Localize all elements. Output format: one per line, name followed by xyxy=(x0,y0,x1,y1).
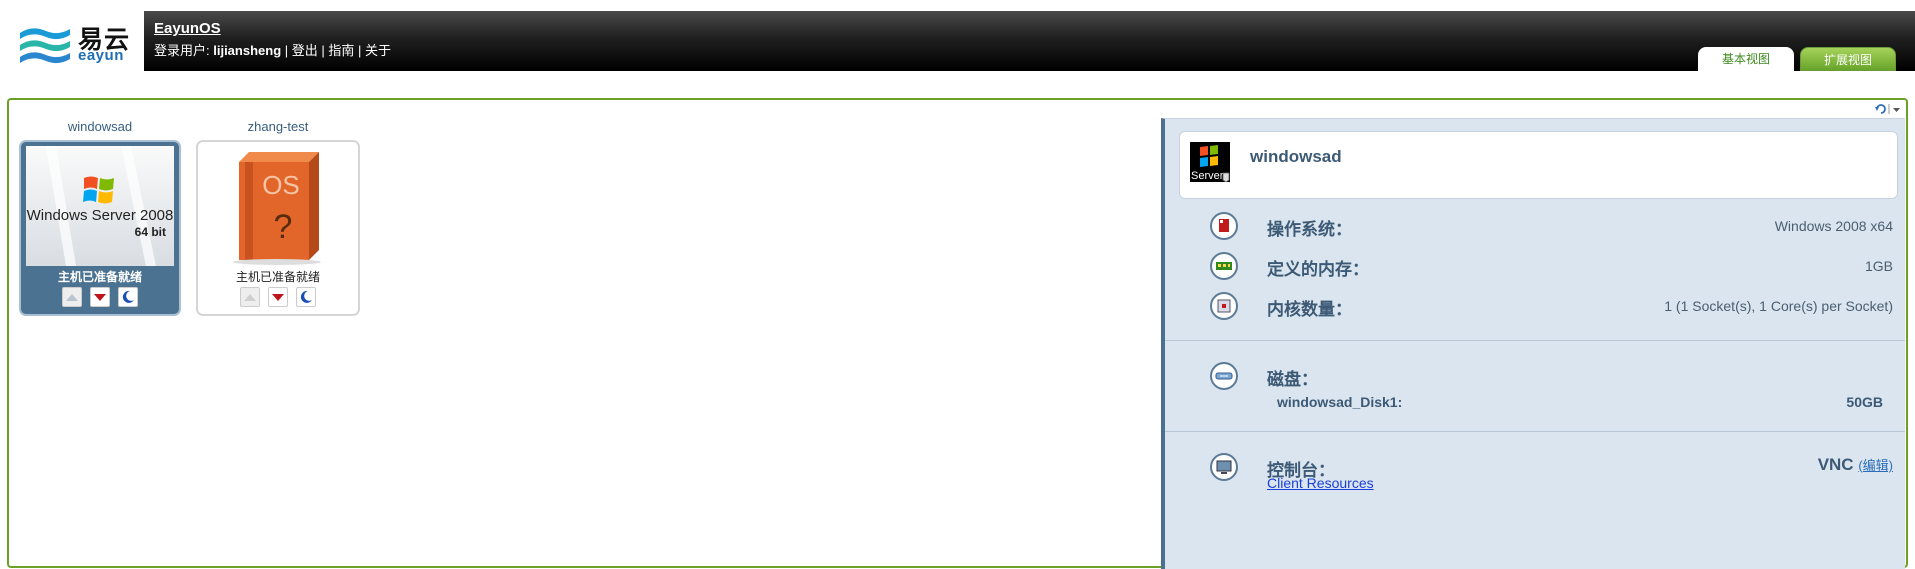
windows-logo-icon: Server xyxy=(1191,145,1230,183)
moon-icon xyxy=(123,290,135,303)
tab-extended-view[interactable]: 扩展视图 xyxy=(1800,47,1896,71)
detail-header: Server windowsad xyxy=(1179,131,1898,199)
start-button[interactable] xyxy=(61,287,82,307)
os-thumbnail: Server xyxy=(1190,142,1230,183)
separator: | xyxy=(354,43,365,58)
start-button[interactable] xyxy=(239,287,260,307)
console-type: VNC (编辑) xyxy=(1818,455,1893,475)
vm-name-label: windowsad xyxy=(67,119,133,134)
thumb-text: Server xyxy=(1191,170,1224,182)
user-prefix: 登录用户: xyxy=(154,43,214,58)
guide-link[interactable]: 指南 xyxy=(328,43,354,58)
disk-name: windowsad_Disk1: xyxy=(1277,394,1403,410)
windows-server-text: Windows Server 2008 xyxy=(27,207,174,224)
logout-link[interactable]: 登出 xyxy=(292,43,318,58)
logo: 易云 eayun xyxy=(0,11,144,71)
triangle-down-icon xyxy=(94,294,106,301)
vm-status: 主机已准备就绪 xyxy=(235,270,320,284)
os-label: 操作系统： xyxy=(1267,220,1352,239)
bits-text: 64 bit xyxy=(135,225,166,239)
eayun-logo-icon xyxy=(20,28,70,64)
disk-label: 磁盘： xyxy=(1267,370,1318,389)
moon-icon xyxy=(301,290,313,303)
triangle-up-icon xyxy=(65,294,78,301)
divider xyxy=(1165,340,1905,341)
separator: | xyxy=(281,43,292,58)
separator: | xyxy=(317,43,329,58)
client-resources-link[interactable]: Client Resources xyxy=(1267,475,1374,491)
logo-en-text: eayun xyxy=(78,47,124,64)
vm-card-windowsad[interactable]: Windows Server 2008 64 bit 主机已准备就绪 xyxy=(19,140,181,316)
top-header xyxy=(144,11,1915,71)
console-value: VNC xyxy=(1817,455,1854,474)
svg-text:?: ? xyxy=(274,208,293,246)
user-info: 登录用户: lijiansheng | 登出 | 指南 | 关于 xyxy=(154,40,391,59)
about-link[interactable]: 关于 xyxy=(365,43,391,58)
edit-console-link[interactable]: (编辑) xyxy=(1858,458,1893,473)
os-box-text: OS xyxy=(262,170,300,200)
disk-icon xyxy=(1210,362,1238,390)
triangle-up-icon xyxy=(243,294,256,301)
username: lijiansheng xyxy=(213,43,282,58)
refresh-icon[interactable] xyxy=(1874,102,1904,116)
windows-server-image: Windows Server 2008 64 bit xyxy=(26,146,174,266)
memory-icon xyxy=(1210,252,1238,280)
os-value: Windows 2008 x64 xyxy=(1774,218,1893,234)
os-icon xyxy=(1210,212,1238,240)
app-title-link[interactable]: EayunOS xyxy=(154,20,221,37)
triangle-down-icon xyxy=(272,294,284,301)
stop-button[interactable] xyxy=(90,287,110,307)
memory-label: 定义的内存： xyxy=(1267,260,1369,279)
vm-card-zhang-test[interactable]: OS ? 主机已准备就绪 xyxy=(196,140,360,316)
vm-detail-title: windowsad xyxy=(1250,147,1342,166)
vm-action-buttons xyxy=(21,287,179,307)
vm-action-buttons xyxy=(198,287,358,307)
vm-status: 主机已准备就绪 xyxy=(57,270,142,284)
cores-value: 1 (1 Socket(s), 1 Core(s) per Socket) xyxy=(1664,298,1893,314)
cpu-icon xyxy=(1210,292,1238,320)
divider xyxy=(1165,431,1905,432)
cores-label: 内核数量： xyxy=(1267,300,1352,319)
memory-value: 1GB xyxy=(1864,258,1893,274)
unknown-os-box-image: OS ? xyxy=(203,146,351,266)
vm-detail-panel: Server windowsad 操作系统： Windows 2008 x64 … xyxy=(1161,118,1905,569)
suspend-button[interactable] xyxy=(118,287,139,307)
vm-name-label: zhang-test xyxy=(247,119,309,134)
stop-button[interactable] xyxy=(268,287,288,307)
disk-size: 50GB xyxy=(1846,394,1883,410)
suspend-button[interactable] xyxy=(296,287,317,307)
tab-basic-view[interactable]: 基本视图 xyxy=(1698,47,1794,71)
console-icon xyxy=(1210,453,1238,481)
